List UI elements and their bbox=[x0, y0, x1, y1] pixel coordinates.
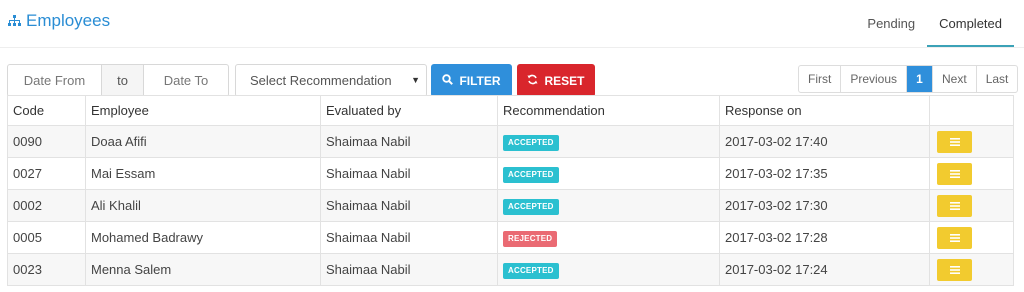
refresh-icon bbox=[527, 74, 544, 88]
table-row: 0090 Doaa Afifi Shaimaa Nabil ACCEPTED 2… bbox=[7, 125, 1014, 158]
page-next[interactable]: Next bbox=[932, 66, 976, 92]
date-range-separator: to bbox=[102, 64, 143, 97]
cell-evaluated-by: Shaimaa Nabil bbox=[320, 157, 498, 190]
tab-pending[interactable]: Pending bbox=[855, 0, 927, 48]
cell-response-on: 2017-03-02 17:35 bbox=[719, 157, 930, 190]
table-row: 0005 Mohamed Badrawy Shaimaa Nabil REJEC… bbox=[7, 221, 1014, 254]
cell-recommendation: ACCEPTED bbox=[497, 125, 720, 158]
column-header-recommendation: Recommendation bbox=[497, 95, 720, 126]
pagination: First Previous 1 Next Last bbox=[798, 65, 1019, 93]
column-header-employee: Employee bbox=[85, 95, 321, 126]
reset-button[interactable]: RESET bbox=[517, 64, 595, 97]
cell-evaluated-by: Shaimaa Nabil bbox=[320, 253, 498, 286]
column-header-response-on: Response on bbox=[719, 95, 930, 126]
cell-actions bbox=[929, 125, 1014, 158]
column-header-actions bbox=[929, 95, 1014, 126]
cell-evaluated-by: Shaimaa Nabil bbox=[320, 125, 498, 158]
recommendation-select[interactable]: Select Recommendation ▼ bbox=[235, 64, 427, 97]
cell-code: 0027 bbox=[7, 157, 86, 190]
filter-button[interactable]: FILTER bbox=[431, 64, 512, 97]
cell-response-on: 2017-03-02 17:24 bbox=[719, 253, 930, 286]
column-header-code: Code bbox=[7, 95, 86, 126]
column-header-evaluated-by: Evaluated by bbox=[320, 95, 498, 126]
date-to-input[interactable]: Date To bbox=[143, 64, 229, 97]
cell-recommendation: ACCEPTED bbox=[497, 157, 720, 190]
reset-button-label: RESET bbox=[544, 73, 585, 88]
page-first[interactable]: First bbox=[799, 66, 840, 92]
list-icon bbox=[949, 265, 960, 274]
recommendation-select-value: Select Recommendation bbox=[250, 73, 392, 88]
page-title-text: Employees bbox=[26, 11, 111, 30]
table-header-row: Code Employee Evaluated by Recommendatio… bbox=[7, 95, 1014, 126]
view-details-button[interactable] bbox=[937, 162, 972, 185]
status-badge: ACCEPTED bbox=[503, 134, 559, 151]
view-details-button[interactable] bbox=[937, 258, 972, 281]
table-row: 0023 Menna Salem Shaimaa Nabil ACCEPTED … bbox=[7, 253, 1014, 286]
page-current[interactable]: 1 bbox=[906, 66, 933, 92]
page-header: Employees Pending Completed bbox=[0, 0, 1024, 48]
list-icon bbox=[949, 201, 960, 210]
cell-code: 0023 bbox=[7, 253, 86, 286]
filter-toolbar: Date From to Date To Select Recommendati… bbox=[7, 64, 595, 97]
cell-employee: Ali Khalil bbox=[85, 189, 321, 222]
table-row: 0002 Ali Khalil Shaimaa Nabil ACCEPTED 2… bbox=[7, 189, 1014, 222]
status-badge: ACCEPTED bbox=[503, 198, 559, 215]
header-divider bbox=[0, 47, 1024, 48]
cell-response-on: 2017-03-02 17:28 bbox=[719, 221, 930, 254]
status-tabs: Pending Completed bbox=[855, 0, 1014, 48]
tab-completed[interactable]: Completed bbox=[927, 0, 1014, 48]
date-from-input[interactable]: Date From bbox=[7, 64, 102, 97]
cell-evaluated-by: Shaimaa Nabil bbox=[320, 189, 498, 222]
view-details-button[interactable] bbox=[937, 194, 972, 217]
cell-actions bbox=[929, 221, 1014, 254]
page-previous[interactable]: Previous bbox=[840, 66, 906, 92]
cell-recommendation: REJECTED bbox=[497, 221, 720, 254]
cell-employee: Mai Essam bbox=[85, 157, 321, 190]
cell-recommendation: ACCEPTED bbox=[497, 253, 720, 286]
filter-button-label: FILTER bbox=[459, 73, 501, 88]
caret-down-icon: ▼ bbox=[411, 75, 420, 85]
cell-employee: Menna Salem bbox=[85, 253, 321, 286]
cell-response-on: 2017-03-02 17:30 bbox=[719, 189, 930, 222]
page-last[interactable]: Last bbox=[975, 66, 1018, 92]
view-details-button[interactable] bbox=[937, 226, 972, 249]
cell-code: 0005 bbox=[7, 221, 86, 254]
status-badge: REJECTED bbox=[503, 230, 558, 247]
list-icon bbox=[949, 137, 960, 146]
search-icon bbox=[442, 73, 459, 88]
cell-code: 0002 bbox=[7, 189, 86, 222]
cell-code: 0090 bbox=[7, 125, 86, 158]
cell-recommendation: ACCEPTED bbox=[497, 189, 720, 222]
status-badge: ACCEPTED bbox=[503, 166, 559, 183]
list-icon bbox=[949, 169, 960, 178]
sitemap-icon bbox=[8, 11, 26, 31]
table-row: 0027 Mai Essam Shaimaa Nabil ACCEPTED 20… bbox=[7, 157, 1014, 190]
cell-evaluated-by: Shaimaa Nabil bbox=[320, 221, 498, 254]
cell-response-on: 2017-03-02 17:40 bbox=[719, 125, 930, 158]
list-icon bbox=[949, 233, 960, 242]
cell-actions bbox=[929, 253, 1014, 286]
cell-employee: Doaa Afifi bbox=[85, 125, 321, 158]
cell-employee: Mohamed Badrawy bbox=[85, 221, 321, 254]
employees-table: Code Employee Evaluated by Recommendatio… bbox=[7, 95, 1014, 286]
cell-actions bbox=[929, 189, 1014, 222]
cell-actions bbox=[929, 157, 1014, 190]
status-badge: ACCEPTED bbox=[503, 262, 559, 279]
page-title: Employees bbox=[8, 11, 110, 31]
view-details-button[interactable] bbox=[937, 130, 972, 153]
